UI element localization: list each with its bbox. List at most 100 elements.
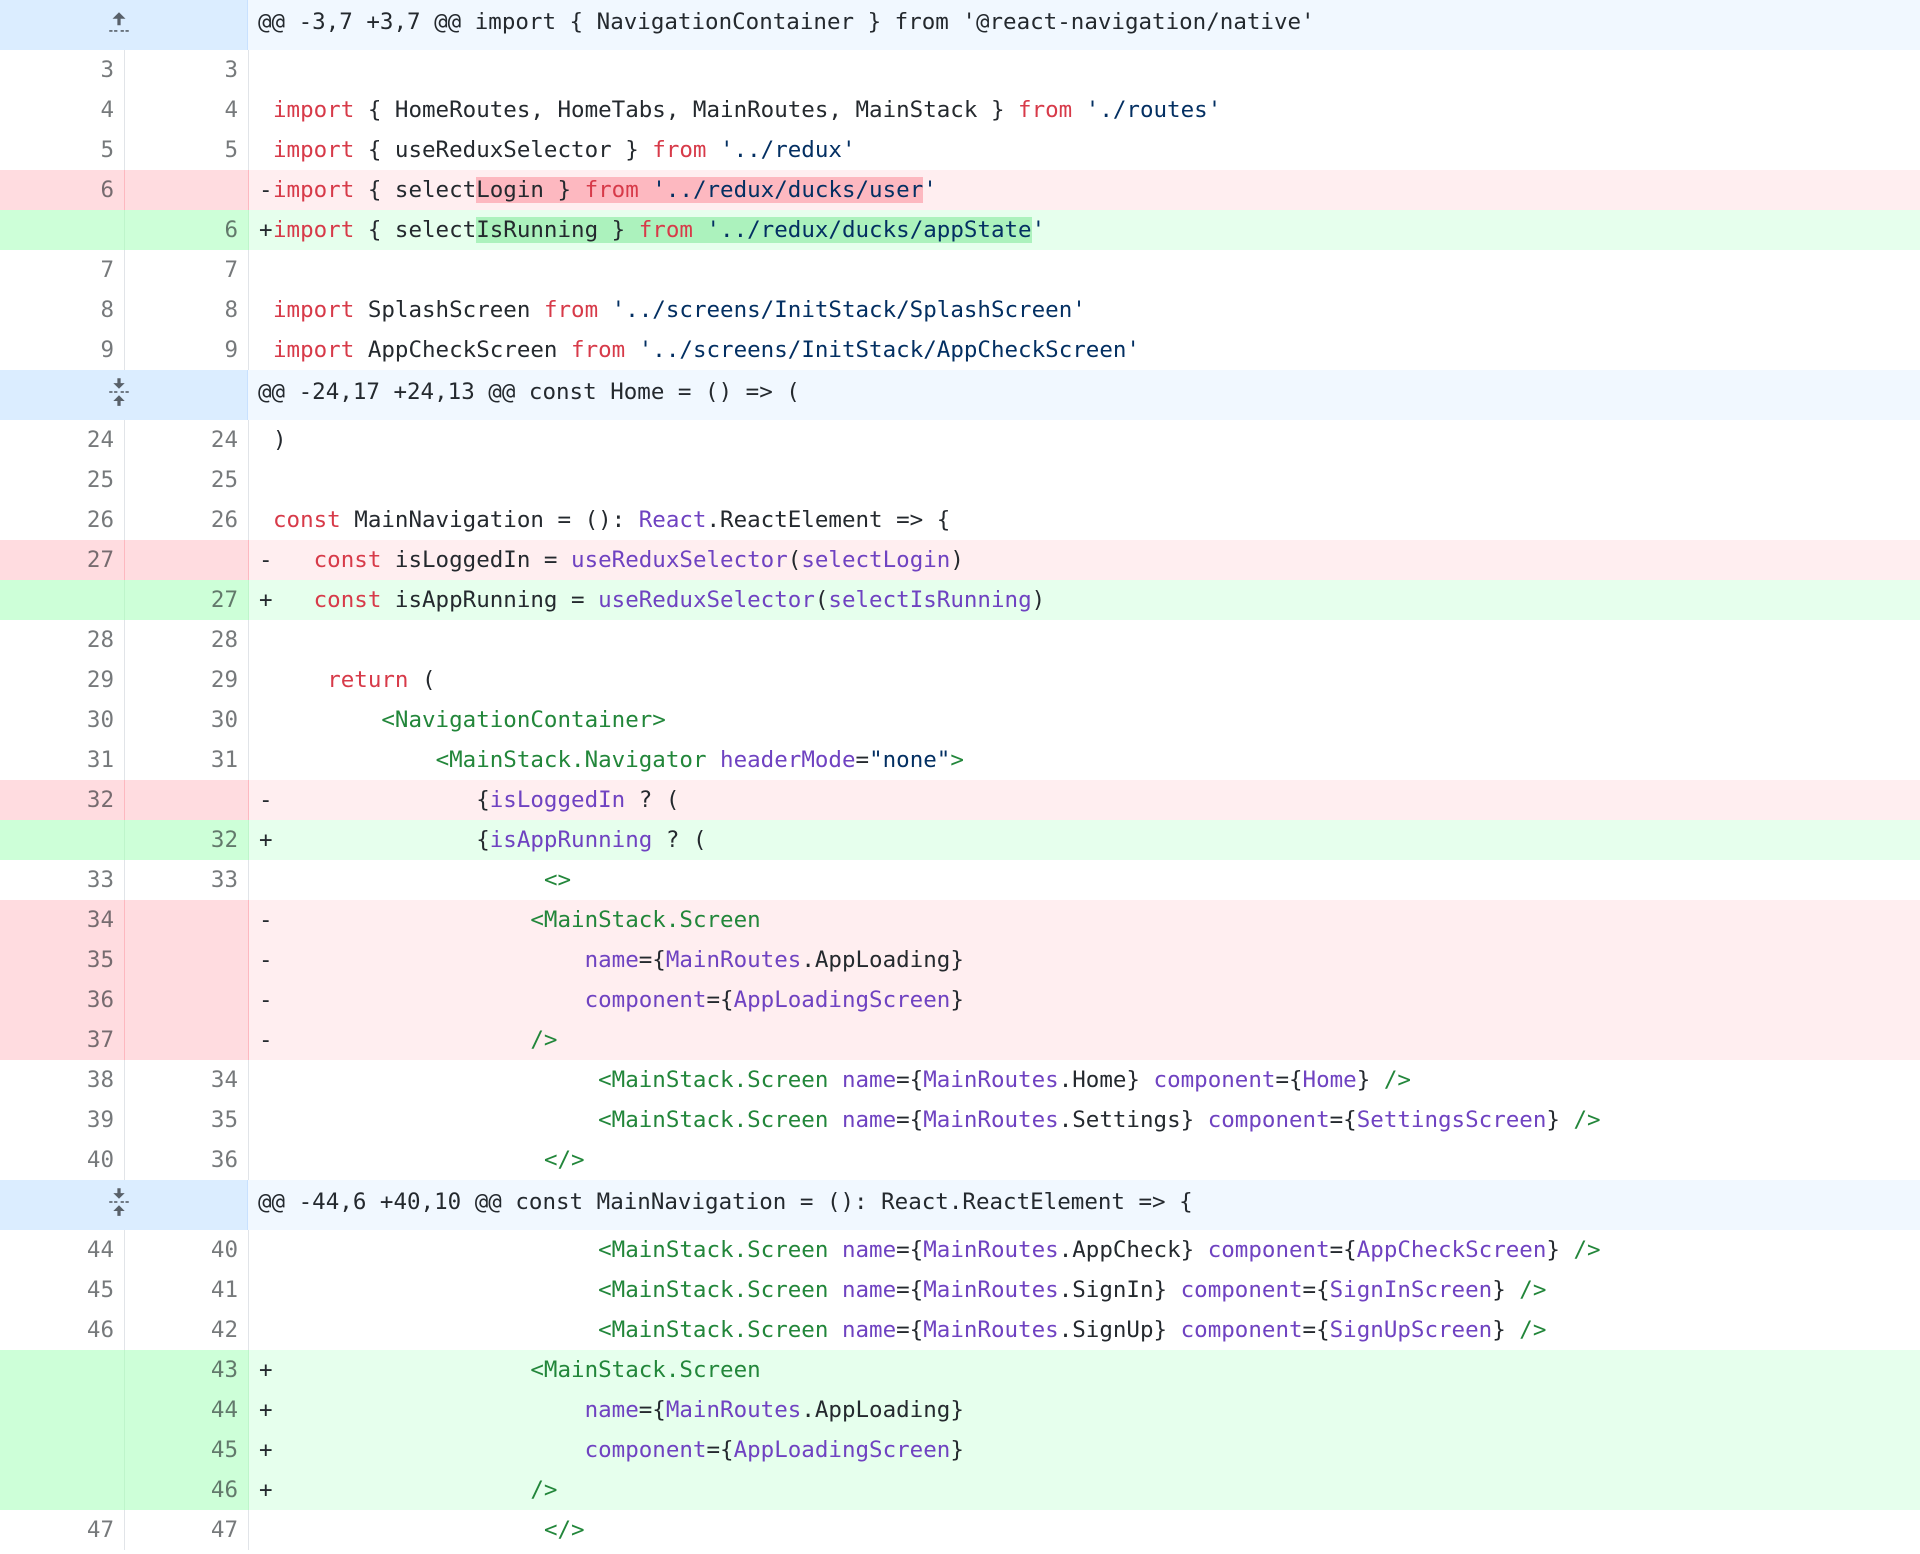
- new-line-number[interactable]: [125, 980, 249, 1020]
- old-line-number[interactable]: 26: [0, 500, 125, 540]
- old-line-number[interactable]: 30: [0, 700, 125, 740]
- old-line-number[interactable]: [0, 1390, 125, 1430]
- old-line-number[interactable]: 24: [0, 420, 125, 460]
- new-line-number[interactable]: 26: [125, 500, 249, 540]
- old-line-number[interactable]: 31: [0, 740, 125, 780]
- old-line-number[interactable]: 44: [0, 1230, 125, 1270]
- new-line-number[interactable]: 40: [125, 1230, 249, 1270]
- old-line-number[interactable]: [0, 580, 125, 620]
- new-line-number[interactable]: 3: [125, 50, 249, 90]
- new-line-number[interactable]: 35: [125, 1100, 249, 1140]
- old-line-number[interactable]: 40: [0, 1140, 125, 1180]
- old-line-number[interactable]: 7: [0, 250, 125, 290]
- old-line-number[interactable]: 45: [0, 1270, 125, 1310]
- code-line: [249, 460, 1920, 500]
- new-line-number[interactable]: 28: [125, 620, 249, 660]
- code-line: +import { selectIsRunning } from '../red…: [249, 210, 1920, 250]
- old-line-number[interactable]: 38: [0, 1060, 125, 1100]
- code-line: <MainStack.Screen name={MainRoutes.Home}…: [249, 1060, 1920, 1100]
- old-line-number[interactable]: 35: [0, 940, 125, 980]
- new-line-number[interactable]: 41: [125, 1270, 249, 1310]
- old-line-number[interactable]: 36: [0, 980, 125, 1020]
- new-line-number[interactable]: [125, 540, 249, 580]
- new-line-number[interactable]: 30: [125, 700, 249, 740]
- new-line-number[interactable]: [125, 1020, 249, 1060]
- old-line-number[interactable]: 9: [0, 330, 125, 370]
- new-line-number[interactable]: 8: [125, 290, 249, 330]
- old-line-number[interactable]: 33: [0, 860, 125, 900]
- code-token: ={: [896, 1317, 924, 1343]
- old-line-number[interactable]: [0, 210, 125, 250]
- new-line-number[interactable]: 31: [125, 740, 249, 780]
- code-line: const MainNavigation = (): React.ReactEl…: [249, 500, 1920, 540]
- expand-up-icon: [0, 0, 237, 44]
- new-line-number[interactable]: 25: [125, 460, 249, 500]
- new-line-number[interactable]: 42: [125, 1310, 249, 1350]
- old-line-number[interactable]: 32: [0, 780, 125, 820]
- old-line-number[interactable]: [0, 1470, 125, 1510]
- old-line-number[interactable]: 4: [0, 90, 125, 130]
- new-line-number[interactable]: 33: [125, 860, 249, 900]
- old-line-number[interactable]: [0, 1430, 125, 1470]
- new-line-number[interactable]: 9: [125, 330, 249, 370]
- code-token: <NavigationContainer>: [381, 707, 666, 733]
- new-line-number[interactable]: 36: [125, 1140, 249, 1180]
- code-token: component: [584, 987, 707, 1013]
- code-token: <MainStack.Screen: [530, 1357, 761, 1383]
- expand-button[interactable]: [0, 0, 248, 50]
- old-line-number[interactable]: 27: [0, 540, 125, 580]
- new-line-number[interactable]: 34: [125, 1060, 249, 1100]
- expand-button[interactable]: [0, 1180, 248, 1230]
- old-line-number[interactable]: 47: [0, 1510, 125, 1550]
- expand-button[interactable]: [0, 370, 248, 420]
- old-line-number[interactable]: [0, 1350, 125, 1390]
- new-line-number[interactable]: 45: [125, 1430, 249, 1470]
- new-line-number[interactable]: 47: [125, 1510, 249, 1550]
- new-line-number[interactable]: 27: [125, 580, 249, 620]
- old-line-number[interactable]: 46: [0, 1310, 125, 1350]
- new-line-number[interactable]: [125, 900, 249, 940]
- new-line-number[interactable]: [125, 170, 249, 210]
- code-token: ? (: [625, 787, 680, 813]
- old-line-number[interactable]: 29: [0, 660, 125, 700]
- code-token: <MainStack.Navigator: [435, 747, 707, 773]
- diff-marker: [259, 50, 273, 90]
- new-line-number[interactable]: 43: [125, 1350, 249, 1390]
- old-line-number[interactable]: [0, 820, 125, 860]
- old-line-number[interactable]: 5: [0, 130, 125, 170]
- new-line-number[interactable]: 5: [125, 130, 249, 170]
- new-line-number[interactable]: 24: [125, 420, 249, 460]
- old-line-number[interactable]: 6: [0, 170, 125, 210]
- code-line: + component={AppLoadingScreen}: [249, 1430, 1920, 1470]
- new-line-number[interactable]: 4: [125, 90, 249, 130]
- code-token: }: [1546, 1237, 1574, 1263]
- old-line-number[interactable]: 25: [0, 460, 125, 500]
- code-line: import { HomeRoutes, HomeTabs, MainRoute…: [249, 90, 1920, 130]
- old-line-number[interactable]: 8: [0, 290, 125, 330]
- old-line-number[interactable]: 34: [0, 900, 125, 940]
- new-line-number[interactable]: 46: [125, 1470, 249, 1510]
- code-token: }: [1492, 1277, 1520, 1303]
- deleted-line: 34 - <MainStack.Screen: [0, 900, 1920, 940]
- new-line-number[interactable]: 44: [125, 1390, 249, 1430]
- context-line: 99 import AppCheckScreen from '../screen…: [0, 330, 1920, 370]
- old-line-number[interactable]: 37: [0, 1020, 125, 1060]
- new-line-number[interactable]: 29: [125, 660, 249, 700]
- new-line-number[interactable]: 32: [125, 820, 249, 860]
- new-line-number[interactable]: 7: [125, 250, 249, 290]
- code-token: name: [841, 1067, 897, 1093]
- code-line: import AppCheckScreen from '../screens/I…: [249, 330, 1920, 370]
- new-line-number[interactable]: [125, 940, 249, 980]
- old-line-number[interactable]: 3: [0, 50, 125, 90]
- added-line: 6 +import { selectIsRunning } from '../re…: [0, 210, 1920, 250]
- old-line-number[interactable]: 28: [0, 620, 125, 660]
- code-token: ={: [706, 987, 734, 1013]
- code-token: </>: [543, 1517, 585, 1543]
- code-token: from: [638, 217, 693, 243]
- new-line-number[interactable]: 6: [125, 210, 249, 250]
- old-line-number[interactable]: 39: [0, 1100, 125, 1140]
- new-line-number[interactable]: [125, 780, 249, 820]
